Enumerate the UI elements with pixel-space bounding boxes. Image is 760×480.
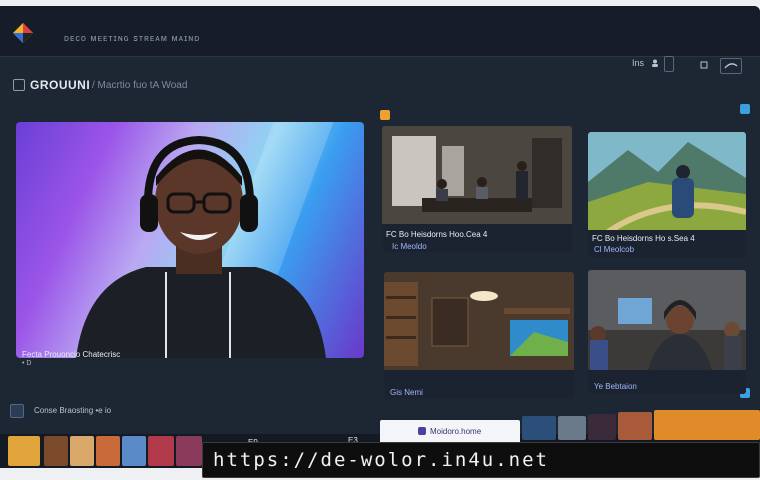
- speaker-figure: [76, 135, 326, 358]
- tile-4-caption: Ye Bebtaion: [594, 382, 637, 391]
- topbar-label[interactable]: Ins: [632, 58, 644, 68]
- page-title: GROUUNI: [30, 78, 91, 92]
- status-badge: [380, 110, 390, 120]
- thumbnail[interactable]: [122, 436, 146, 466]
- search-icon: [418, 427, 426, 435]
- menu-icon[interactable]: [13, 79, 25, 91]
- page-header: GROUUNI / Macrtio fuo tA Woad: [10, 74, 410, 96]
- thumbnail[interactable]: [70, 436, 94, 466]
- app-logo-icon: [12, 22, 34, 44]
- tile-2-subcaption: FC Bo Heisdorns Ho s.Sea 4: [592, 234, 695, 243]
- user-icon[interactable]: [651, 59, 659, 69]
- tile-1-subcaption: FC Bo Heisdorns Hoo.Cea 4: [386, 230, 488, 239]
- thumbnail[interactable]: [618, 412, 652, 440]
- thumbnail[interactable]: [148, 436, 174, 466]
- thumbnail[interactable]: [176, 436, 202, 466]
- search-text: Moidoro.home: [430, 427, 482, 436]
- tile-3-caption: Gis Nemi: [390, 388, 423, 397]
- main-tile-subcaption: • D: [22, 360, 32, 367]
- main-video-tile[interactable]: [16, 122, 364, 358]
- tile-2-image: [588, 132, 746, 232]
- dropdown-icon[interactable]: [700, 61, 708, 71]
- thumbnail[interactable]: [96, 436, 120, 466]
- tile-1-image: [382, 126, 572, 226]
- thumbnail[interactable]: [588, 414, 616, 440]
- participants-icon[interactable]: [10, 404, 24, 418]
- url-text: https://de-wolor.in4u.net: [213, 449, 549, 471]
- app-title: ᴅᴇᴄᴏ ᴍᴇᴇᴛɪɴɢ ꜱᴛʀᴇᴀᴍ ᴍᴀɪɴᴅ: [64, 33, 201, 43]
- main-tile-caption: Fecta Prouoncio Chatecrisc: [22, 350, 121, 359]
- thumbnail[interactable]: [8, 436, 40, 466]
- status-badge: [740, 104, 750, 114]
- tile-4-image: [588, 270, 746, 370]
- thumbnail[interactable]: [44, 436, 68, 466]
- tile-1-caption: Ic Meoldo: [392, 242, 427, 251]
- top-bar: ᴅᴇᴄᴏ ᴍᴇᴇᴛɪɴɢ ꜱᴛʀᴇᴀᴍ ᴍᴀɪɴᴅ: [0, 6, 760, 57]
- video-tile-3[interactable]: [384, 272, 574, 398]
- tile-2-caption: Cl Meolcob: [594, 245, 635, 254]
- app-window: ᴅᴇᴄᴏ ᴍᴇᴇᴛɪɴɢ ꜱᴛʀᴇᴀᴍ ᴍᴀɪɴᴅ Ins GROUUNI / …: [0, 6, 760, 468]
- bottom-label: Conse Braosting •e io: [34, 406, 112, 415]
- thumbnail[interactable]: [558, 416, 586, 440]
- search-bar[interactable]: Moidoro.home: [380, 420, 520, 444]
- tile-3-image: [384, 272, 574, 372]
- url-watermark: https://de-wolor.in4u.net: [202, 442, 760, 478]
- thumbnail[interactable]: [654, 410, 760, 440]
- page-subtitle: / Macrtio fuo tA Woad: [92, 80, 188, 91]
- thumbnail[interactable]: [522, 416, 556, 440]
- video-tile-4[interactable]: [588, 270, 746, 394]
- screen-share-icon[interactable]: [720, 58, 742, 74]
- window-icon[interactable]: [664, 56, 674, 72]
